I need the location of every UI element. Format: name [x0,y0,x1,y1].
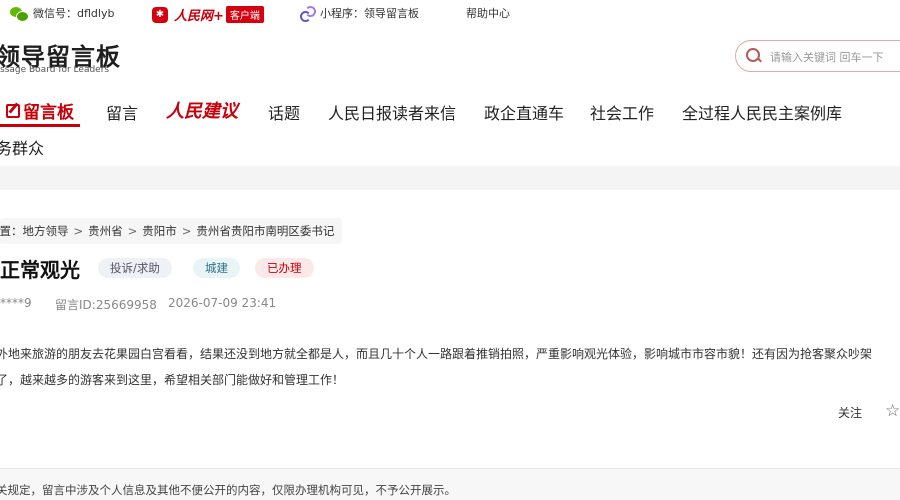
post-datetime: 2026-07-09 23:41 [168,296,277,310]
nav-renmin-jianyi[interactable]: 人民建议 [166,97,238,123]
nav-reader-letters[interactable]: 人民日报读者来信 [328,100,456,124]
nav-liuyanban-label: 留言板 [23,103,74,123]
nav-huati[interactable]: 话题 [268,100,300,124]
follow-button[interactable]: 关注 [838,404,862,421]
chevron-right-icon: > [73,224,84,238]
nav-fuwu-qunzhong[interactable]: 务群众 [0,135,44,159]
nav-zhengqi[interactable]: 政企直通车 [484,100,564,124]
rmw-logo-text: 人民网+ [174,9,224,24]
edit-icon [6,103,20,118]
nav-anli-ku[interactable]: 全过程人民民主案例库 [682,100,842,124]
wechat-icon [10,6,29,22]
breadcrumb-item[interactable]: 贵阳市 [142,224,177,238]
help-center-label: 帮助中心 [466,7,510,20]
mini-program-icon [300,6,316,22]
post-author: ****9 [0,296,32,310]
post-domain-tag: 城建 [193,258,240,278]
privacy-notice: 关规定，留言中涉及个人信息及其他不便公开的内容，仅限办理机构可见，不予公开展示。 [0,483,456,497]
post-type-tag: 投诉/求助 [98,258,172,278]
post-body-line: 了，越来越多的游客来到这里，希望相关部门能做好和管理工作！ [0,373,345,387]
help-center-link[interactable]: 帮助中心 [466,5,510,21]
chevron-right-icon: > [181,224,192,238]
breadcrumb-item[interactable]: 贵州省 [88,224,123,238]
rmw-client-badge: 客户端 [225,6,264,23]
top-utility-bar: 微信号：dfldlyb ✱ 人民网+ 客户端 小程序：领导留言板 帮助中心 [0,0,900,24]
search-box[interactable] [735,40,900,72]
nav-liuyan[interactable]: 留言 [106,100,138,124]
nav-liuyanban[interactable]: 留言板 [6,98,74,123]
mini-program-link[interactable]: 小程序：领导留言板 [300,5,419,22]
nav-shehui-gongzuo[interactable]: 社会工作 [590,100,654,124]
section-divider-band [0,166,900,190]
post-title: 正常观光 [0,258,80,282]
nav-active-indicator [0,124,80,127]
breadcrumb: 位置：地方领导 > 贵州省 > 贵阳市 > 贵州省贵阳市南明区委书记 [0,218,343,244]
post-status-badge: 已办理 [255,258,314,278]
site-logo-subtitle: ssage Board for Leaders [0,65,110,75]
search-icon[interactable] [746,48,760,62]
wechat-account[interactable]: 微信号：dfldlyb [10,5,115,22]
search-input[interactable] [768,47,900,67]
post-id: 留言ID:25669958 [55,298,157,312]
post-body-line: 外地来旅游的朋友去花果园白宫看看，结果还没到地方就全都是人，而且几十个人一路跟着… [0,347,873,361]
mini-program-label: 小程序：领导留言板 [320,7,419,20]
chevron-right-icon: > [127,224,138,238]
wechat-label: 微信号：dfldlyb [33,7,115,20]
breadcrumb-prefix: 位置： [0,224,23,238]
breadcrumb-item[interactable]: 地方领导 [23,224,69,238]
breadcrumb-item[interactable]: 贵州省贵阳市南明区委书记 [196,224,334,238]
rmw-app-icon: ✱ [152,6,168,23]
star-icon[interactable]: ☆ [885,401,900,421]
rmw-client-link[interactable]: ✱ 人民网+ 客户端 [152,5,264,24]
